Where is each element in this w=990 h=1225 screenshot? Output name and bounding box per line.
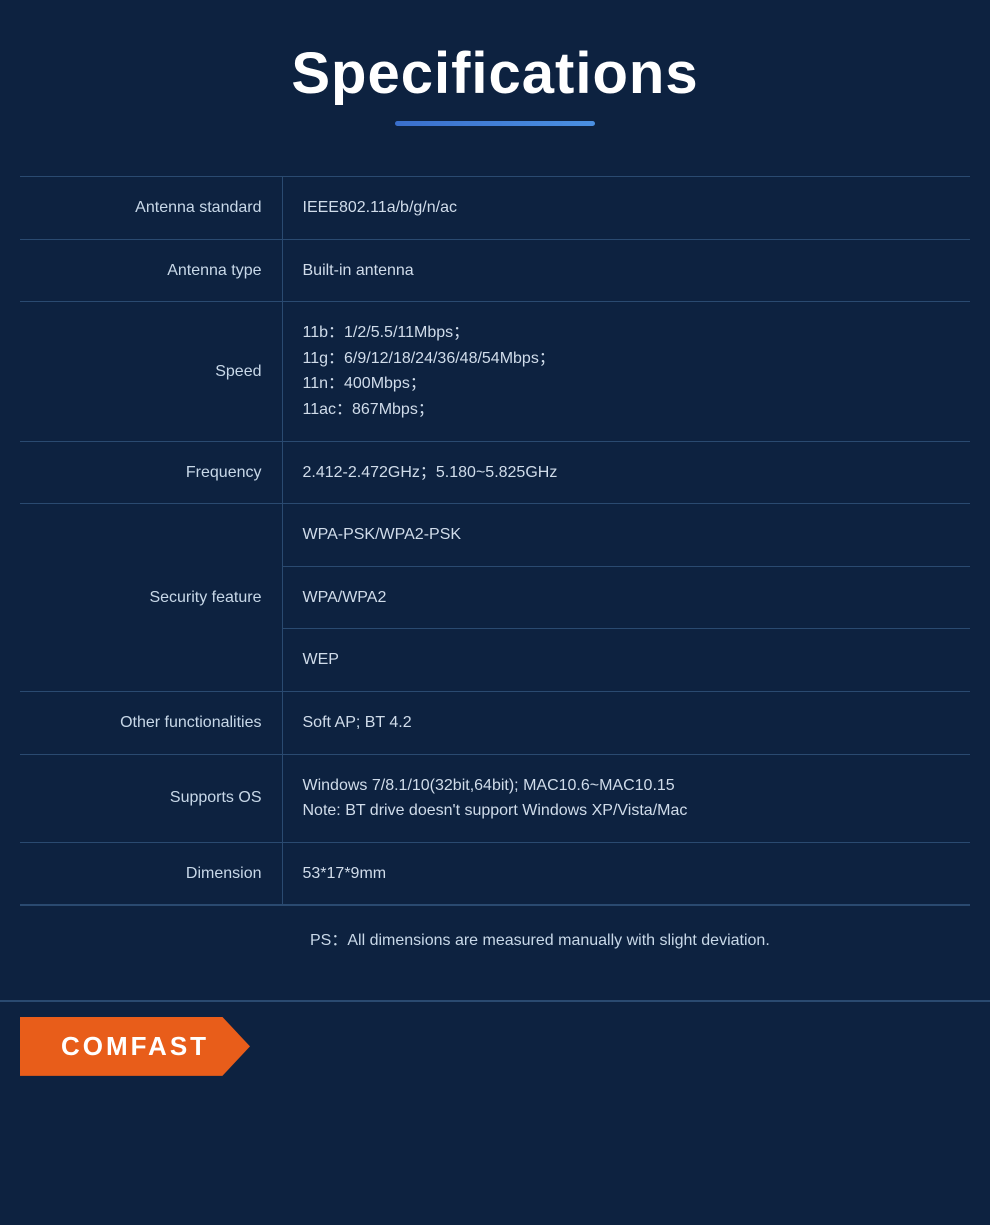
table-row: Supports OS Windows 7/8.1/10(32bit,64bit)…	[20, 754, 970, 842]
header-section: Specifications	[0, 0, 990, 156]
table-section: Antenna standardIEEE802.11a/b/g/n/acAnte…	[0, 156, 990, 980]
row-value: WPA/WPA2	[282, 566, 970, 629]
brand-text: COMFAST	[61, 1031, 209, 1062]
row-label: Security feature	[20, 504, 282, 692]
value-line: 11ac：867Mbps；	[303, 397, 951, 423]
page-wrapper: Specifications Antenna standardIEEE802.1…	[0, 0, 990, 1090]
row-value: WPA-PSK/WPA2-PSK	[282, 504, 970, 567]
table-row: Speed11b：1/2/5.5/11Mbps；11g：6/9/12/18/24…	[20, 302, 970, 441]
value-line: 11b：1/2/5.5/11Mbps；	[303, 320, 951, 346]
row-value: WEP	[282, 629, 970, 692]
row-label: Antenna type	[20, 239, 282, 302]
row-value: IEEE802.11a/b/g/n/ac	[282, 177, 970, 240]
table-row: Dimension53*17*9mm	[20, 842, 970, 905]
page-title: Specifications	[20, 40, 970, 107]
value-line: 11g：6/9/12/18/24/36/48/54Mbps；	[303, 346, 951, 372]
row-label: Speed	[20, 302, 282, 441]
value-line: Note: BT drive doesn't support Windows X…	[303, 798, 951, 824]
table-row: Frequency2.412-2.472GHz；5.180~5.825GHz	[20, 441, 970, 504]
table-row: Security featureWPA-PSK/WPA2-PSK	[20, 504, 970, 567]
row-value: Windows 7/8.1/10(32bit,64bit); MAC10.6~M…	[282, 754, 970, 842]
row-value: 11b：1/2/5.5/11Mbps；11g：6/9/12/18/24/36/4…	[282, 302, 970, 441]
value-line: 11n：400Mbps；	[303, 371, 951, 397]
table-row: Other functionalitiesSoft AP; BT 4.2	[20, 691, 970, 754]
table-row: Antenna standardIEEE802.11a/b/g/n/ac	[20, 177, 970, 240]
footer-section: COMFAST	[0, 1000, 990, 1090]
row-label: Antenna standard	[20, 177, 282, 240]
row-label: Other functionalities	[20, 691, 282, 754]
title-underline	[395, 121, 595, 126]
row-value: Soft AP; BT 4.2	[282, 691, 970, 754]
row-label: Frequency	[20, 441, 282, 504]
row-label: Dimension	[20, 842, 282, 905]
row-value: Built-in antenna	[282, 239, 970, 302]
table-row: Antenna typeBuilt-in antenna	[20, 239, 970, 302]
row-value: 2.412-2.472GHz；5.180~5.825GHz	[282, 441, 970, 504]
ps-note: PS：All dimensions are measured manually …	[20, 905, 970, 970]
brand-logo: COMFAST	[20, 1017, 250, 1076]
specs-table: Antenna standardIEEE802.11a/b/g/n/acAnte…	[20, 176, 970, 905]
row-value: 53*17*9mm	[282, 842, 970, 905]
value-line: Windows 7/8.1/10(32bit,64bit); MAC10.6~M…	[303, 773, 951, 799]
row-label: Supports OS	[20, 754, 282, 842]
